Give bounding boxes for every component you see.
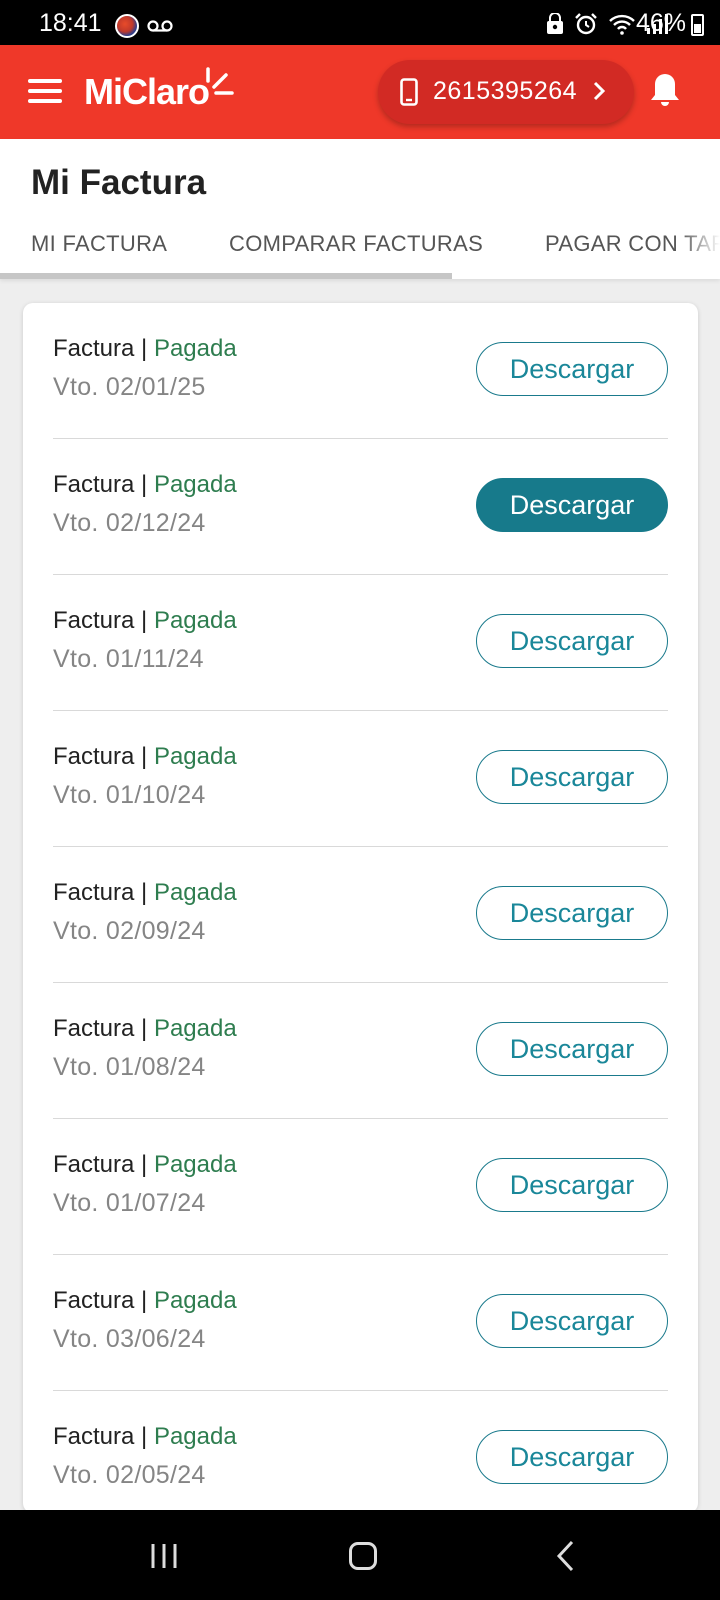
battery-level: 46% (635, 9, 686, 37)
invoice-due-date: Vto. 02/12/24 (53, 509, 206, 537)
tab-comparar-facturas[interactable]: COMPARAR FACTURAS (229, 231, 483, 257)
system-nav-bar (0, 1510, 720, 1600)
invoice-due-date: Vto. 02/05/24 (53, 1461, 206, 1489)
invoice-due-date: Vto. 01/08/24 (53, 1053, 206, 1081)
download-button[interactable]: Descargar (476, 750, 668, 804)
battery-icon (691, 14, 704, 36)
invoice-due-date: Vto. 01/07/24 (53, 1189, 206, 1217)
invoice-title: Factura (53, 1015, 135, 1042)
page-title: Mi Factura (31, 163, 207, 202)
invoice-title: Factura (53, 743, 135, 770)
invoice-row: Factura | Pagada Vto. 01/11/24 Descargar (53, 575, 668, 711)
invoice-row: Factura | Pagada Vto. 02/09/24 Descargar (53, 847, 668, 983)
mobile-phone-icon (400, 78, 418, 106)
alarm-icon (575, 13, 597, 35)
invoice-due-date: Vto. 01/10/24 (53, 781, 206, 809)
invoice-title: Factura (53, 1423, 135, 1450)
invoice-status: Pagada (153, 1423, 237, 1450)
notifications-bell-icon[interactable] (650, 71, 680, 109)
recent-apps-icon[interactable] (150, 1543, 178, 1569)
invoice-row: Factura | Pagada Vto. 02/01/25 Descargar (53, 303, 668, 439)
invoice-title: Factura (53, 471, 135, 498)
invoice-due-date: Vto. 02/01/25 (53, 373, 206, 401)
brand-logo: MiClaro (84, 71, 210, 112)
app-avatar-icon (115, 14, 139, 38)
invoice-row: Factura | Pagada Vto. 03/06/24 Descargar (53, 1255, 668, 1391)
invoice-list: Factura | Pagada Vto. 02/01/25 Descargar… (23, 303, 698, 1513)
page-header: Mi Factura MI FACTURA COMPARAR FACTURAS … (0, 139, 720, 279)
invoice-title: Factura (53, 607, 135, 634)
invoice-due-date: Vto. 02/09/24 (53, 917, 206, 945)
tab-mi-factura[interactable]: MI FACTURA (31, 231, 167, 257)
invoice-row: Factura | Pagada Vto. 01/08/24 Descargar (53, 983, 668, 1119)
invoice-row: Factura | Pagada Vto. 01/10/24 Descargar (53, 711, 668, 847)
invoice-title: Factura (53, 335, 135, 362)
invoice-status: Pagada (153, 743, 237, 770)
invoice-title: Factura (53, 1287, 135, 1314)
invoice-status: Pagada (153, 607, 237, 634)
invoice-due-date: Vto. 03/06/24 (53, 1325, 206, 1353)
menu-icon[interactable] (28, 79, 62, 103)
download-button[interactable]: Descargar (476, 886, 668, 940)
invoice-status: Pagada (153, 1151, 237, 1178)
status-bar: 18:41 46% (0, 0, 720, 45)
invoice-status: Pagada (153, 471, 237, 498)
chevron-right-icon (593, 81, 606, 101)
tab-bar: MI FACTURA COMPARAR FACTURAS PAGAR CON T… (0, 223, 720, 279)
invoice-status: Pagada (153, 879, 237, 906)
app-bar: MiClaro 2615395264 (0, 45, 720, 139)
download-button[interactable]: Descargar (476, 1022, 668, 1076)
status-time: 18:41 (39, 9, 102, 37)
back-icon[interactable] (556, 1540, 576, 1572)
invoice-status: Pagada (153, 1287, 237, 1314)
invoice-row: Factura | Pagada Vto. 02/05/24 Descargar (53, 1391, 668, 1513)
voicemail-icon (147, 20, 173, 32)
line-number: 2615395264 (433, 77, 578, 105)
invoice-status: Pagada (153, 335, 237, 362)
invoice-due-date: Vto. 01/11/24 (53, 645, 204, 673)
download-button[interactable]: Descargar (476, 342, 668, 396)
download-button[interactable]: Descargar (476, 1294, 668, 1348)
invoice-row: Factura | Pagada Vto. 01/07/24 Descargar (53, 1119, 668, 1255)
download-button[interactable]: Descargar (476, 1158, 668, 1212)
wifi-icon (609, 14, 635, 35)
download-button[interactable]: Descargar (476, 1430, 668, 1484)
tab-indicator (0, 273, 452, 279)
lock-icon (547, 13, 563, 34)
invoice-title: Factura (53, 879, 135, 906)
invoice-status: Pagada (153, 1015, 237, 1042)
brand-logo-rays-icon (206, 67, 234, 95)
line-selector-button[interactable]: 2615395264 (378, 60, 634, 124)
invoice-title: Factura (53, 1151, 135, 1178)
download-button[interactable]: Descargar (476, 614, 668, 668)
invoice-row: Factura | Pagada Vto. 02/12/24 Descargar (53, 439, 668, 575)
download-button[interactable]: Descargar (476, 478, 668, 532)
home-icon[interactable] (349, 1542, 377, 1570)
